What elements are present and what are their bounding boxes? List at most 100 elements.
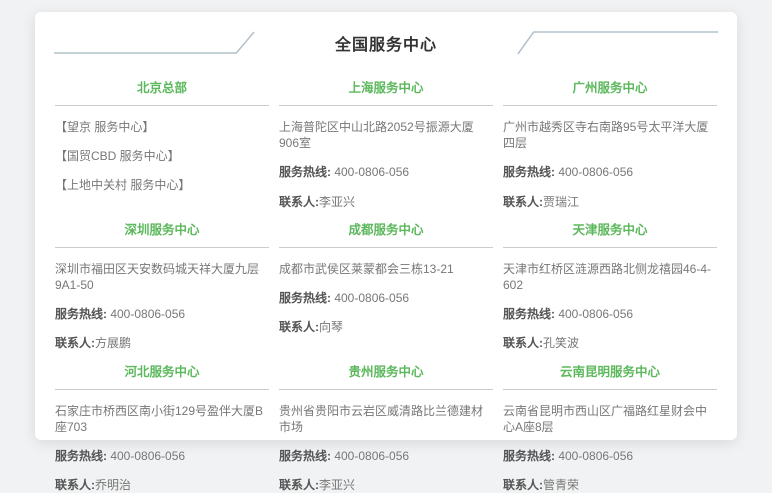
contact-label: 联系人: xyxy=(279,478,319,492)
contact-value: 管青荣 xyxy=(543,478,579,492)
hotline-line: 服务热线: 400-0806-056 xyxy=(55,448,269,464)
contact-line: 联系人:乔明治 xyxy=(55,477,269,493)
contact-value: 乔明治 xyxy=(95,478,131,492)
service-center-name: 河北服务中心 xyxy=(55,352,269,390)
service-center-name: 贵州服务中心 xyxy=(279,352,493,390)
hotline-label: 服务热线: xyxy=(55,449,107,463)
hotline-label: 服务热线: xyxy=(503,449,555,463)
service-center-name: 成都服务中心 xyxy=(279,210,493,248)
address-line: 天津市红桥区涟源西路北侧龙禧园46-4-602 xyxy=(503,261,717,293)
service-center-name: 云南昆明服务中心 xyxy=(503,352,717,390)
hotline-value: 400-0806-056 xyxy=(107,449,185,463)
contact-value: 向琴 xyxy=(319,320,343,334)
contact-label: 联系人: xyxy=(503,478,543,492)
service-center-name: 广州服务中心 xyxy=(503,68,717,106)
branch-guomao-cbd-value: 【国贸CBD 服务中心】 xyxy=(55,149,180,163)
address-line: 深圳市福田区天安数码城天祥大厦九层9A1-50 xyxy=(55,261,269,293)
service-center-card: 北京总部 【望京 服务中心】【国贸CBD 服务中心】【上地中关村 服务中心】 xyxy=(53,68,271,210)
service-center-card: 成都服务中心 成都市武侯区莱蒙都会三栋13-21 服务热线: 400-0806-0… xyxy=(277,210,495,352)
contact-value: 李亚兴 xyxy=(319,195,355,209)
address-line: 成都市武侯区莱蒙都会三栋13-21 xyxy=(279,261,493,277)
contact-line: 联系人:管青荣 xyxy=(503,477,717,493)
hotline-label: 服务热线: xyxy=(503,307,555,321)
address-line: 广州市越秀区寺右南路95号太平洋大厦四层 xyxy=(503,119,717,151)
hotline-line: 服务热线: 400-0806-056 xyxy=(55,306,269,322)
service-center-details: 天津市红桥区涟源西路北侧龙禧园46-4-602 服务热线: 400-0806-05… xyxy=(503,261,717,352)
service-center-name: 北京总部 xyxy=(55,68,269,106)
hotline-value: 400-0806-056 xyxy=(555,449,633,463)
hotline-value: 400-0806-056 xyxy=(107,307,185,321)
hotline-line: 服务热线: 400-0806-056 xyxy=(503,306,717,322)
address-line: 贵州省贵阳市云岩区威清路比兰德建材市场 xyxy=(279,403,493,435)
branch-guomao-cbd-line: 【国贸CBD 服务中心】 xyxy=(55,148,269,164)
service-center-details: 深圳市福田区天安数码城天祥大厦九层9A1-50 服务热线: 400-0806-05… xyxy=(55,261,269,352)
service-center-details: 上海普陀区中山北路2052号振源大厦906室服务热线: 400-0806-056… xyxy=(279,119,493,210)
title-decoration-right-line xyxy=(517,29,719,57)
address-value: 天津市红桥区涟源西路北侧龙禧园46-4-602 xyxy=(503,262,711,292)
contact-label: 联系人: xyxy=(55,478,95,492)
branch-shangdi-zhongguancun-line: 【上地中关村 服务中心】 xyxy=(55,177,269,193)
service-center-card: 上海服务中心 上海普陀区中山北路2052号振源大厦906室服务热线: 400-0… xyxy=(277,68,495,210)
contact-line: 联系人:李亚兴 xyxy=(279,477,493,493)
branch-wangjing-value: 【望京 服务中心】 xyxy=(55,120,154,134)
service-center-details: 【望京 服务中心】【国贸CBD 服务中心】【上地中关村 服务中心】 xyxy=(55,119,269,194)
contact-value: 贾瑞江 xyxy=(543,195,579,209)
contact-line: 联系人:向琴 xyxy=(279,319,493,335)
service-center-card: 贵州服务中心 贵州省贵阳市云岩区威清路比兰德建材市场服务热线: 400-0806… xyxy=(277,352,495,493)
address-value: 云南省昆明市西山区广福路红星财会中心A座8层 xyxy=(503,404,707,434)
address-line: 上海普陀区中山北路2052号振源大厦906室 xyxy=(279,119,493,151)
service-center-card: 深圳服务中心 深圳市福田区天安数码城天祥大厦九层9A1-50 服务热线: 400-… xyxy=(53,210,271,352)
contact-label: 联系人: xyxy=(279,195,319,209)
service-center-details: 贵州省贵阳市云岩区威清路比兰德建材市场服务热线: 400-0806-056 联系人… xyxy=(279,403,493,493)
service-center-card: 河北服务中心 石家庄市桥西区南小街129号盈伴大厦B座703 服务热线: 400-… xyxy=(53,352,271,493)
address-value: 上海普陀区中山北路2052号振源大厦906室 xyxy=(279,120,474,150)
contact-label: 联系人: xyxy=(503,336,543,350)
page-title: 全国服务中心 xyxy=(335,31,437,55)
address-value: 贵州省贵阳市云岩区威清路比兰德建材市场 xyxy=(279,404,483,434)
service-center-name: 上海服务中心 xyxy=(279,68,493,106)
contact-label: 联系人: xyxy=(55,336,95,350)
contact-line: 联系人:贾瑞江 xyxy=(503,194,717,210)
hotline-label: 服务热线: xyxy=(55,307,107,321)
service-center-name: 深圳服务中心 xyxy=(55,210,269,248)
service-centers-grid: 北京总部 【望京 服务中心】【国贸CBD 服务中心】【上地中关村 服务中心】 上… xyxy=(53,68,719,493)
contact-value: 方展鹏 xyxy=(95,336,131,350)
address-value: 广州市越秀区寺右南路95号太平洋大厦四层 xyxy=(503,120,708,150)
address-line: 石家庄市桥西区南小街129号盈伴大厦B座703 xyxy=(55,403,269,435)
service-center-details: 石家庄市桥西区南小街129号盈伴大厦B座703 服务热线: 400-0806-05… xyxy=(55,403,269,493)
address-value: 成都市武侯区莱蒙都会三栋13-21 xyxy=(279,262,454,276)
service-center-details: 云南省昆明市西山区广福路红星财会中心A座8层服务热线: 400-0806-056… xyxy=(503,403,717,493)
contact-value: 李亚兴 xyxy=(319,478,355,492)
hotline-label: 服务热线: xyxy=(279,291,331,305)
contact-value: 孔笑波 xyxy=(543,336,579,350)
service-centers-panel: 全国服务中心 北京总部 【望京 服务中心】【国贸CBD 服务中心】【上地中关村 … xyxy=(35,12,737,440)
hotline-line: 服务热线: 400-0806-056 xyxy=(503,164,717,180)
hotline-line: 服务热线: 400-0806-056 xyxy=(279,290,493,306)
contact-line: 联系人:李亚兴 xyxy=(279,194,493,210)
hotline-label: 服务热线: xyxy=(279,165,331,179)
hotline-value: 400-0806-056 xyxy=(331,165,409,179)
service-center-card: 天津服务中心 天津市红桥区涟源西路北侧龙禧园46-4-602 服务热线: 400-… xyxy=(501,210,719,352)
branch-shangdi-zhongguancun-value: 【上地中关村 服务中心】 xyxy=(55,178,190,192)
branch-wangjing-line: 【望京 服务中心】 xyxy=(55,119,269,135)
title-decoration-left-line xyxy=(53,29,255,57)
hotline-line: 服务热线: 400-0806-056 xyxy=(503,448,717,464)
service-center-name: 天津服务中心 xyxy=(503,210,717,248)
address-line: 云南省昆明市西山区广福路红星财会中心A座8层 xyxy=(503,403,717,435)
hotline-label: 服务热线: xyxy=(503,165,555,179)
hotline-line: 服务热线: 400-0806-056 xyxy=(279,164,493,180)
contact-line: 联系人:方展鹏 xyxy=(55,335,269,351)
contact-line: 联系人:孔笑波 xyxy=(503,335,717,351)
contact-label: 联系人: xyxy=(279,320,319,334)
address-value: 深圳市福田区天安数码城天祥大厦九层9A1-50 xyxy=(55,262,259,292)
hotline-value: 400-0806-056 xyxy=(331,449,409,463)
hotline-label: 服务热线: xyxy=(279,449,331,463)
contact-label: 联系人: xyxy=(503,195,543,209)
hotline-value: 400-0806-056 xyxy=(555,165,633,179)
hotline-value: 400-0806-056 xyxy=(331,291,409,305)
hotline-line: 服务热线: 400-0806-056 xyxy=(279,448,493,464)
service-center-card: 广州服务中心 广州市越秀区寺右南路95号太平洋大厦四层服务热线: 400-080… xyxy=(501,68,719,210)
address-value: 石家庄市桥西区南小街129号盈伴大厦B座703 xyxy=(55,404,263,434)
service-center-details: 广州市越秀区寺右南路95号太平洋大厦四层服务热线: 400-0806-056 联系… xyxy=(503,119,717,210)
service-center-card: 云南昆明服务中心 云南省昆明市西山区广福路红星财会中心A座8层服务热线: 400… xyxy=(501,352,719,493)
